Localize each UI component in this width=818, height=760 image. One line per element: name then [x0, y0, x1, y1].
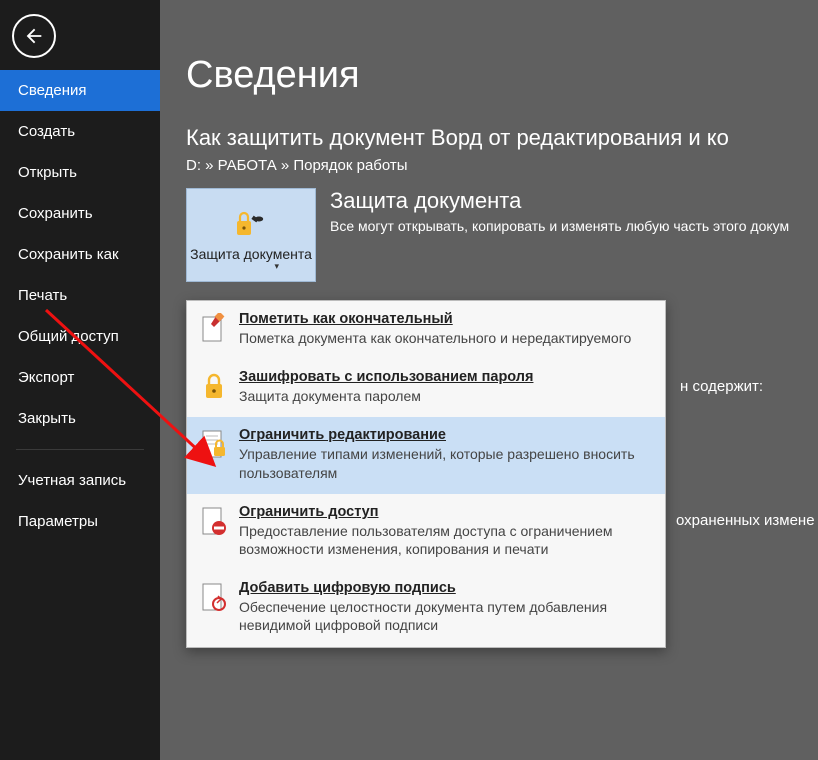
background-text-2: охраненных измене [676, 512, 815, 529]
menu-item-title: Добавить цифровую подпись [239, 580, 651, 596]
menu-item-encrypt[interactable]: Зашифровать с использованием пароля Защи… [187, 359, 665, 417]
sidebar-item-print[interactable]: Печать [0, 275, 160, 316]
menu-item-restrict-access[interactable]: Ограничить доступ Предоставление пользов… [187, 494, 665, 570]
back-arrow-icon [23, 25, 45, 47]
page-title: Сведения [186, 54, 818, 97]
sidebar-separator [16, 449, 144, 450]
sidebar-item-account[interactable]: Учетная запись [0, 460, 160, 501]
sidebar-item-options[interactable]: Параметры [0, 501, 160, 542]
document-path: D: » РАБОТА » Порядок работы [186, 157, 818, 174]
menu-item-desc: Обеспечение целостности документа путем … [239, 598, 651, 634]
background-text-1: н содержит: [680, 378, 763, 395]
sidebar-item-close[interactable]: Закрыть [0, 398, 160, 439]
menu-item-title: Ограничить доступ [239, 504, 651, 520]
backstage-sidebar: Сведения Создать Открыть Сохранить Сохра… [0, 0, 160, 760]
protect-button-label: Защита документа [190, 246, 312, 264]
protect-document-menu: Пометить как окончательный Пометка докум… [186, 300, 666, 648]
protect-document-icon [234, 206, 268, 242]
dropdown-indicator-icon: ▾ [274, 261, 279, 272]
restrict-access-icon [199, 506, 229, 536]
menu-item-desc: Предоставление пользователям доступа с о… [239, 522, 651, 558]
menu-item-desc: Пометка документа как окончательного и н… [239, 329, 651, 347]
protect-document-button[interactable]: Защита документа ▾ [186, 188, 316, 282]
sidebar-item-share[interactable]: Общий доступ [0, 316, 160, 357]
sidebar-item-saveas[interactable]: Сохранить как [0, 234, 160, 275]
sidebar-item-export[interactable]: Экспорт [0, 357, 160, 398]
menu-item-title: Зашифровать с использованием пароля [239, 369, 651, 385]
digital-signature-icon [199, 582, 229, 612]
protect-heading: Защита документа [330, 188, 789, 214]
encrypt-icon [199, 371, 229, 401]
mark-final-icon [199, 313, 229, 343]
menu-item-desc: Защита документа паролем [239, 387, 651, 405]
menu-item-title: Пометить как окончательный [239, 311, 651, 327]
protect-description: Все могут открывать, копировать и изменя… [330, 218, 789, 234]
menu-item-title: Ограничить редактирование [239, 427, 651, 443]
sidebar-item-info[interactable]: Сведения [0, 70, 160, 111]
menu-item-restrict-editing[interactable]: Ограничить редактирование Управление тип… [187, 417, 665, 493]
menu-item-desc: Управление типами изменений, которые раз… [239, 445, 651, 481]
menu-item-mark-final[interactable]: Пометить как окончательный Пометка докум… [187, 301, 665, 359]
sidebar-item-new[interactable]: Создать [0, 111, 160, 152]
document-title: Как защитить документ Ворд от редактиров… [186, 125, 818, 151]
back-button[interactable] [12, 14, 56, 58]
sidebar-item-save[interactable]: Сохранить [0, 193, 160, 234]
menu-item-digital-signature[interactable]: Добавить цифровую подпись Обеспечение це… [187, 570, 665, 646]
sidebar-item-open[interactable]: Открыть [0, 152, 160, 193]
restrict-editing-icon [199, 429, 229, 459]
